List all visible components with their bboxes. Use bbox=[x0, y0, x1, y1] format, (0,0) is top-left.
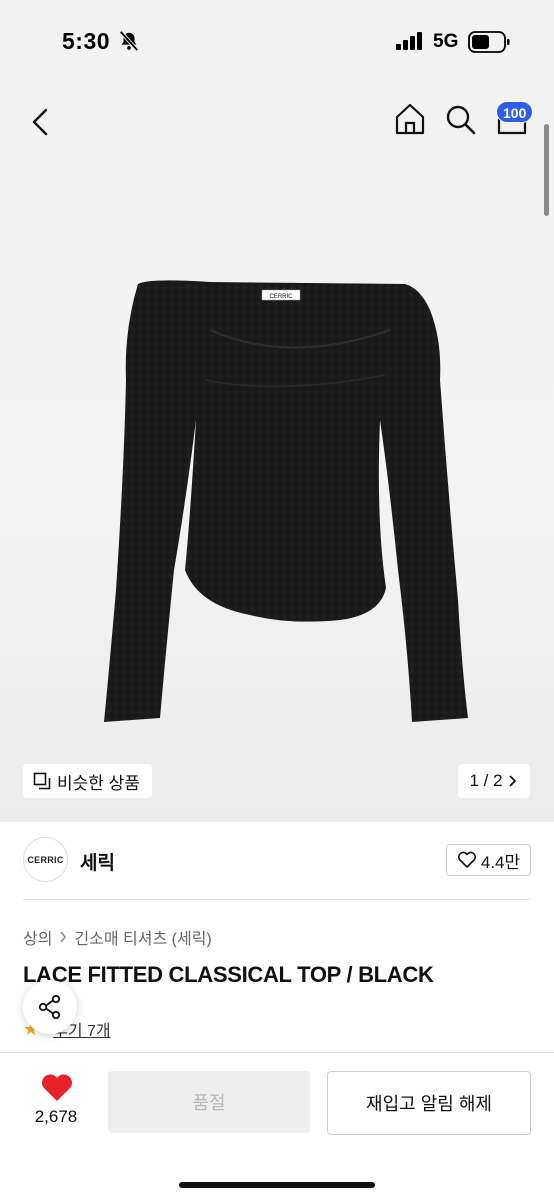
image-page-indicator[interactable]: 1 / 2 bbox=[458, 764, 530, 798]
product-gallery[interactable]: 100 CERRIC 비슷한 상품 1 / 2 bbox=[0, 80, 554, 822]
product-image[interactable]: CERRIC bbox=[90, 270, 480, 740]
scrollbar-thumb[interactable] bbox=[544, 124, 549, 216]
copy-icon bbox=[33, 772, 51, 790]
search-icon[interactable] bbox=[443, 100, 479, 138]
heart-outline-icon bbox=[457, 851, 476, 868]
network-label: 5G bbox=[433, 31, 459, 52]
soldout-button: 품절 bbox=[108, 1071, 310, 1133]
like-count: 2,678 bbox=[34, 1107, 78, 1126]
similar-products-button[interactable]: 비슷한 상품 bbox=[23, 764, 152, 798]
bottom-action-bar: 2,678 품절 재입고 알림 해제 bbox=[0, 1052, 554, 1200]
chevron-right-icon bbox=[508, 775, 516, 787]
divider bbox=[23, 899, 531, 900]
bell-muted-icon bbox=[119, 30, 139, 52]
brand-logo[interactable]: CERRIC bbox=[23, 837, 68, 882]
chevron-right-icon bbox=[60, 931, 67, 943]
home-indicator[interactable] bbox=[179, 1182, 375, 1188]
signal-icon bbox=[396, 32, 422, 50]
share-icon bbox=[38, 994, 61, 1020]
back-arrow-icon[interactable] bbox=[22, 102, 58, 142]
brand-logo-text: CERRIC bbox=[27, 854, 64, 865]
page-indicator-label: 1 / 2 bbox=[469, 771, 503, 790]
brand-like-button[interactable]: 4.4만 bbox=[446, 844, 531, 876]
status-time: 5:30 bbox=[62, 28, 111, 54]
brand-row[interactable]: CERRIC 세릭 4.4만 bbox=[0, 822, 554, 900]
status-bar: 5:30 5G bbox=[0, 0, 554, 80]
share-button[interactable] bbox=[23, 980, 77, 1034]
home-icon[interactable] bbox=[392, 100, 428, 138]
restock-alert-cancel-button[interactable]: 재입고 알림 해제 bbox=[327, 1071, 531, 1135]
breadcrumb-item[interactable]: 긴소매 티셔츠 (세릭) bbox=[74, 925, 211, 949]
brand-name[interactable]: 세릭 bbox=[80, 848, 115, 875]
cart-count-badge: 100 bbox=[496, 101, 534, 123]
breadcrumb: 상의 긴소매 티셔츠 (세릭) bbox=[23, 925, 212, 949]
product-title: LACE FITTED CLASSICAL TOP / BLACK bbox=[23, 962, 434, 987]
garment-tag-label: CERRIC bbox=[269, 294, 293, 300]
battery-icon bbox=[468, 31, 510, 53]
heart-filled-icon[interactable] bbox=[40, 1073, 74, 1103]
similar-products-label: 비슷한 상품 bbox=[57, 773, 140, 793]
breadcrumb-item[interactable]: 상의 bbox=[23, 925, 52, 949]
brand-like-count: 4.4만 bbox=[480, 852, 521, 872]
